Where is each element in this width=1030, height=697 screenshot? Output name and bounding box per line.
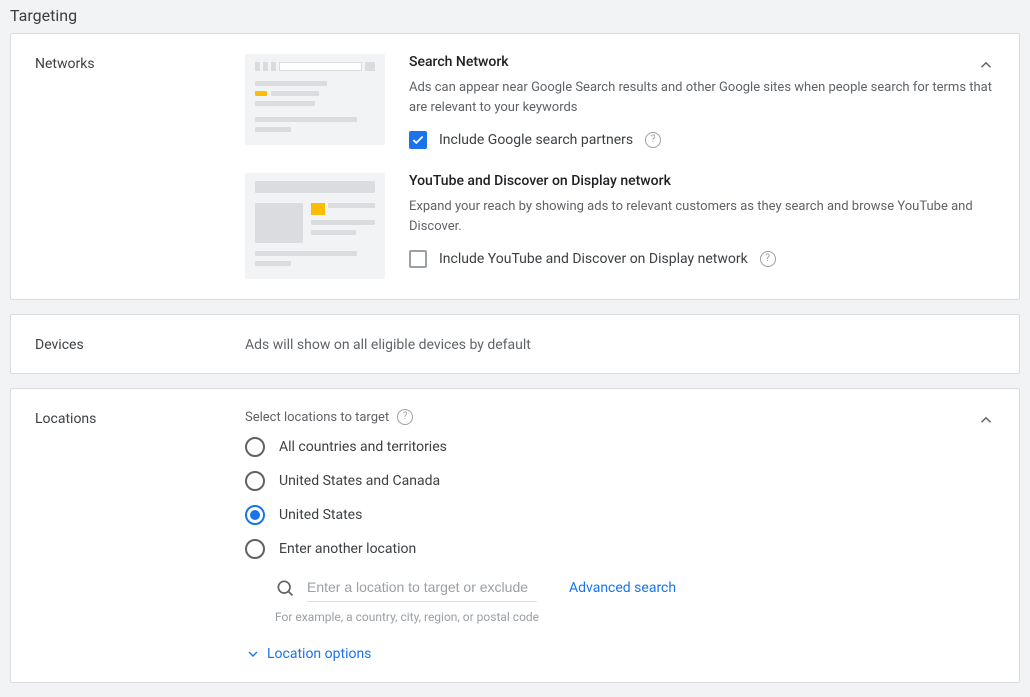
youtube-discover-checkbox[interactable] [409, 250, 427, 268]
youtube-illustration [245, 173, 385, 279]
search-icon [275, 578, 295, 598]
location-search-input[interactable] [307, 573, 537, 602]
network-youtube-row: YouTube and Discover on Display network … [245, 173, 995, 279]
radio-us-canada[interactable]: United States and Canada [245, 471, 995, 491]
radio-label: United States [279, 507, 362, 523]
youtube-discover-label: Include YouTube and Discover on Display … [439, 251, 748, 267]
search-network-desc: Ads can appear near Google Search result… [409, 78, 995, 117]
radio-icon [245, 505, 265, 525]
locations-card: Locations Select locations to target ? A… [10, 388, 1020, 683]
help-icon[interactable]: ? [397, 409, 413, 425]
radio-label: Enter another location [279, 541, 416, 557]
help-icon[interactable]: ? [760, 251, 776, 267]
radio-us[interactable]: United States [245, 505, 995, 525]
locations-header: Select locations to target [245, 410, 389, 425]
help-icon[interactable]: ? [645, 132, 661, 148]
devices-text: Ads will show on all eligible devices by… [245, 335, 995, 353]
radio-label: All countries and territories [279, 439, 447, 455]
search-network-title: Search Network [409, 54, 995, 70]
radio-icon [245, 437, 265, 457]
search-partners-label: Include Google search partners [439, 132, 633, 148]
advanced-search-link[interactable]: Advanced search [569, 580, 676, 596]
devices-label: Devices [35, 335, 245, 353]
devices-card[interactable]: Devices Ads will show on all eligible de… [10, 314, 1020, 374]
chevron-down-icon [245, 646, 261, 662]
network-search-row: Search Network Ads can appear near Googl… [245, 54, 995, 149]
radio-icon [245, 471, 265, 491]
locations-label: Locations [35, 409, 245, 662]
section-title: Targeting [0, 0, 1030, 33]
search-partners-checkbox[interactable] [409, 131, 427, 149]
radio-icon [245, 539, 265, 559]
radio-all-countries[interactable]: All countries and territories [245, 437, 995, 457]
radio-label: United States and Canada [279, 473, 440, 489]
youtube-network-desc: Expand your reach by showing ads to rele… [409, 197, 995, 236]
collapse-icon[interactable] [977, 411, 995, 433]
location-options-label: Location options [267, 646, 371, 662]
networks-label: Networks [35, 54, 245, 279]
search-illustration [245, 54, 385, 149]
radio-other-location[interactable]: Enter another location [245, 539, 995, 559]
location-options-toggle[interactable]: Location options [245, 646, 995, 662]
collapse-icon[interactable] [977, 56, 995, 78]
location-input-hint: For example, a country, city, region, or… [275, 610, 995, 624]
youtube-network-title: YouTube and Discover on Display network [409, 173, 995, 189]
networks-card: Networks [10, 33, 1020, 300]
